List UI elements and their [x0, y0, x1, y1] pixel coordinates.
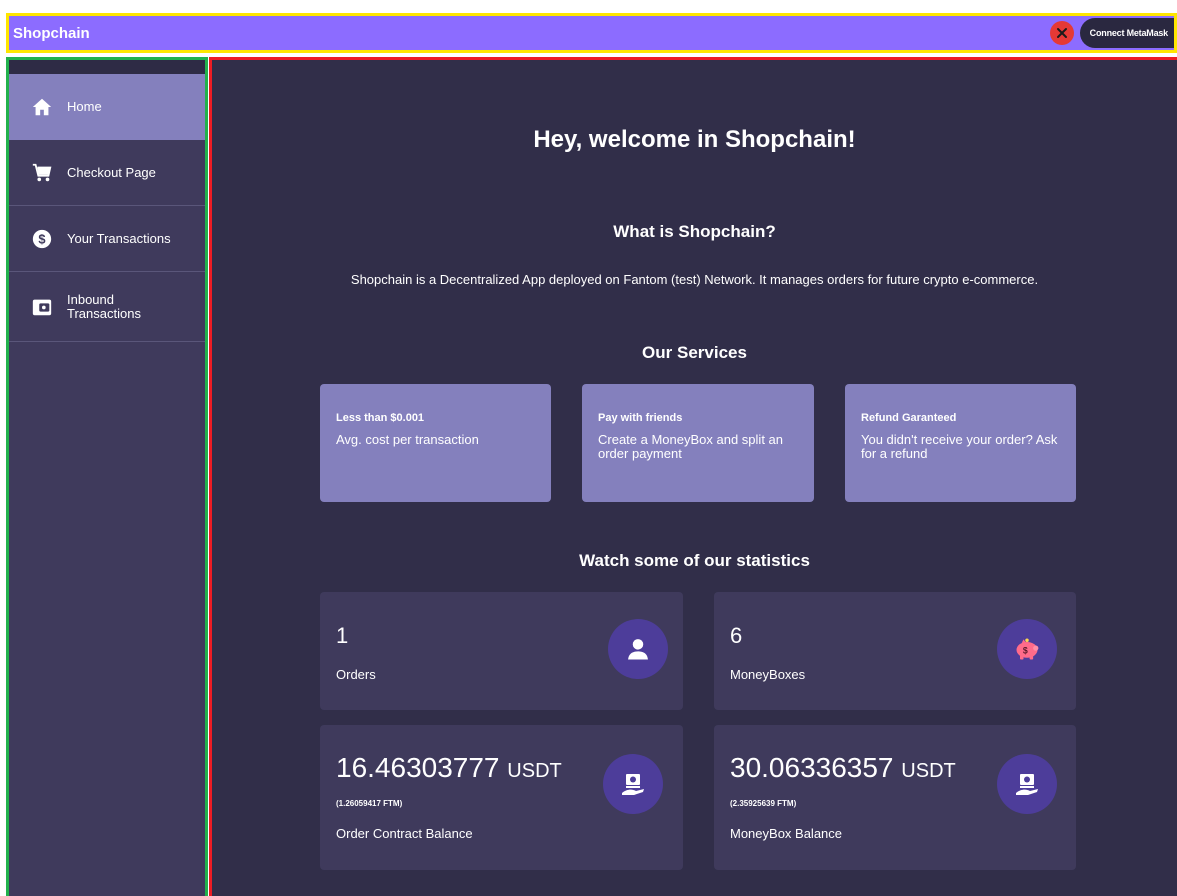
balance-ftm: (2.35925639 FTM) — [730, 799, 797, 808]
sidebar-item-label: Inbound Transactions — [67, 291, 141, 321]
dollar-coin-icon: $ — [31, 228, 53, 250]
service-card-refund: Refund Garanteed You didn't receive your… — [845, 384, 1076, 502]
sidebar-item-your-transactions[interactable]: $ Your Transactions — [9, 206, 205, 272]
page-title: Hey, welcome in Shopchain! — [533, 126, 856, 153]
service-description: You didn't receive your order? Ask for a… — [861, 432, 1058, 461]
services-heading: Our Services — [642, 343, 747, 362]
stat-label: MoneyBoxes — [730, 667, 806, 682]
sidebar-top-strip — [9, 60, 205, 74]
wallet-icon — [31, 296, 53, 318]
service-description: Avg. cost per transaction — [336, 432, 479, 447]
sidebar-item-label: Home — [67, 99, 102, 114]
balance-value-row: 16.46303777 USDT — [336, 752, 562, 784]
service-card-cost: Less than $0.001 Avg. cost per transacti… — [320, 384, 551, 502]
stat-card-orders: 1 Orders — [320, 592, 683, 710]
home-icon — [31, 96, 53, 118]
svg-text:$: $ — [1023, 645, 1028, 655]
balance-unit: USDT — [901, 760, 956, 782]
service-title: Less than $0.001 — [336, 412, 425, 424]
service-title: Pay with friends — [598, 412, 683, 424]
user-icon — [608, 619, 668, 679]
balance-value: 16.46303777 — [336, 752, 500, 783]
close-icon[interactable] — [1049, 21, 1074, 45]
statistics-heading: Watch some of our statistics — [579, 551, 810, 570]
stat-card-moneybox-balance: 30.06336357 USDT (2.35925639 FTM) MoneyB… — [714, 725, 1076, 870]
stat-label: Orders — [336, 667, 376, 682]
main-content: Hey, welcome in Shopchain! What is Shopc… — [209, 57, 1177, 896]
balance-ftm: (1.26059417 FTM) — [336, 799, 403, 808]
stat-card-order-balance: 16.46303777 USDT (1.26059417 FTM) Order … — [320, 725, 683, 870]
stat-label: Order Contract Balance — [336, 826, 473, 841]
sidebar-item-label: Your Transactions — [67, 230, 171, 246]
sidebar-item-home[interactable]: Home — [9, 74, 205, 140]
sidebar-item-checkout[interactable]: Checkout Page — [9, 140, 205, 206]
app-brand[interactable]: Shopchain — [9, 25, 90, 42]
stat-value: 1 — [336, 623, 349, 648]
service-card-pay-with-friends: Pay with friends Create a MoneyBox and s… — [582, 384, 814, 502]
about-heading: What is Shopchain? — [613, 222, 776, 241]
stat-card-moneyboxes: 6 MoneyBoxes $ — [714, 592, 1076, 710]
sidebar: Home Checkout Page $ Your Transactions I… — [6, 57, 208, 896]
balance-value: 30.06336357 — [730, 752, 894, 783]
top-bar-actions: Connect MetaMask — [1049, 16, 1174, 50]
piggy-bank-icon: $ — [997, 619, 1057, 679]
stat-label: MoneyBox Balance — [730, 826, 843, 841]
sidebar-item-inbound-transactions[interactable]: Inbound Transactions — [9, 272, 205, 342]
cash-hand-icon — [997, 754, 1057, 814]
service-title: Refund Garanteed — [861, 412, 957, 424]
cart-icon — [31, 162, 53, 184]
balance-unit: USDT — [507, 760, 562, 782]
svg-text:$: $ — [38, 231, 45, 246]
sidebar-item-label: Checkout Page — [67, 164, 156, 180]
service-description: Create a MoneyBox and split an order pay… — [598, 432, 783, 461]
stat-value: 6 — [730, 623, 743, 648]
cash-hand-icon — [603, 754, 663, 814]
balance-value-row: 30.06336357 USDT — [730, 752, 956, 784]
connect-metamask-button[interactable]: Connect MetaMask — [1079, 18, 1174, 48]
about-text: Shopchain is a Decentralized App deploye… — [350, 272, 1039, 287]
top-bar: Shopchain Connect MetaMask — [6, 13, 1177, 53]
